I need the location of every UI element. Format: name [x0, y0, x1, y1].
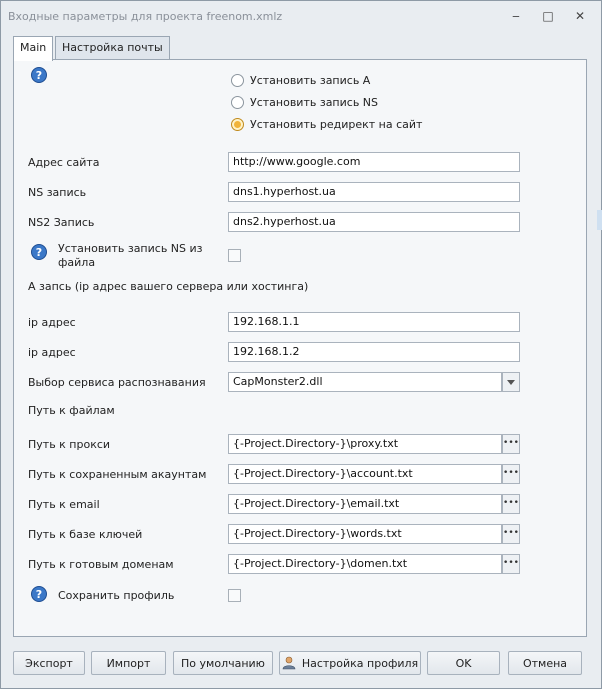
tab-main[interactable]: Main — [13, 36, 54, 61]
radio-button-checked[interactable] — [231, 117, 244, 131]
a-record-heading: A запсь (ip адрес вашего сервера или хос… — [28, 280, 309, 293]
help-icon[interactable]: ? — [31, 586, 47, 602]
main-panel: ? Установить запись A Установить запись … — [13, 59, 587, 637]
radio-set-a-record[interactable]: Установить запись A — [231, 72, 370, 88]
background-window-edge — [597, 210, 602, 230]
import-button[interactable]: Импорт — [91, 651, 166, 675]
ip2-input[interactable]: 192.168.1.2 — [228, 342, 520, 362]
radio-label: Установить редирект на сайт — [250, 117, 423, 131]
radio-button[interactable] — [231, 95, 244, 109]
radio-label: Установить запись A — [250, 73, 371, 87]
ns-from-file-label-line1: Установить запись NS из — [58, 242, 203, 255]
ip2-label: ip адрес — [28, 346, 76, 359]
user-icon — [282, 656, 296, 670]
ns-from-file-checkbox[interactable] — [228, 249, 241, 262]
recognition-service-label: Выбор сервиса распознавания — [28, 376, 206, 389]
help-icon[interactable]: ? — [31, 244, 47, 260]
radio-set-redirect[interactable]: Установить редирект на сайт — [231, 116, 422, 132]
site-address-input[interactable]: http://www.google.com — [228, 152, 520, 172]
profile-settings-button[interactable]: Настройка профиля — [279, 651, 421, 675]
ip1-input[interactable]: 192.168.1.1 — [228, 312, 520, 332]
ns2-record-input[interactable]: dns2.hyperhost.ua — [228, 212, 520, 232]
browse-button[interactable]: ••• — [502, 434, 520, 454]
ip1-label: ip адрес — [28, 316, 76, 329]
help-icon[interactable]: ? — [31, 67, 47, 83]
accounts-path-label: Путь к сохраненным акаунтам — [28, 468, 207, 481]
recognition-service-select[interactable]: CapMonster2.dll — [228, 372, 502, 392]
ns-record-label: NS запись — [28, 186, 87, 199]
browse-button[interactable]: ••• — [502, 464, 520, 484]
tab-mail-settings[interactable]: Настройка почты — [55, 36, 170, 59]
close-button[interactable]: ✕ — [568, 6, 592, 26]
default-button[interactable]: По умолчанию — [173, 651, 273, 675]
email-path-label: Путь к email — [28, 498, 100, 511]
radio-label: Установить запись NS — [250, 95, 379, 109]
window-title: Входные параметры для проекта freenom.xm… — [8, 10, 283, 23]
tab-bar: Main Настройка почты — [13, 36, 593, 61]
minimize-button[interactable]: ‒ — [504, 6, 528, 26]
radio-button[interactable] — [231, 73, 244, 87]
proxy-path-label: Путь к прокси — [28, 438, 111, 451]
ns-record-input[interactable]: dns1.hyperhost.ua — [228, 182, 520, 202]
ns2-record-label: NS2 Запись — [28, 216, 95, 229]
browse-button[interactable]: ••• — [502, 524, 520, 544]
paths-heading: Путь к файлам — [28, 404, 115, 417]
accounts-path-input[interactable]: {-Project.Directory-}\account.txt — [228, 464, 502, 484]
save-profile-checkbox[interactable] — [228, 589, 241, 602]
site-address-label: Адрес сайта — [28, 156, 100, 169]
save-profile-label: Сохранить профиль — [58, 589, 175, 602]
dropdown-arrow-icon[interactable] — [502, 372, 520, 392]
domains-path-label: Путь к готовым доменам — [28, 558, 174, 571]
proxy-path-input[interactable]: {-Project.Directory-}\proxy.txt — [228, 434, 502, 454]
domains-path-input[interactable]: {-Project.Directory-}\domen.txt — [228, 554, 502, 574]
ok-button[interactable]: OK — [427, 651, 500, 675]
keywords-path-input[interactable]: {-Project.Directory-}\words.txt — [228, 524, 502, 544]
browse-button[interactable]: ••• — [502, 554, 520, 574]
export-button[interactable]: Экспорт — [13, 651, 85, 675]
browse-button[interactable]: ••• — [502, 494, 520, 514]
cancel-button[interactable]: Отмена — [508, 651, 582, 675]
radio-set-ns-record[interactable]: Установить запись NS — [231, 94, 378, 110]
dialog-window: Входные параметры для проекта freenom.xm… — [0, 0, 602, 689]
profile-settings-label: Настройка профиля — [301, 656, 419, 670]
ns-from-file-label-line2: файла — [58, 256, 96, 269]
keywords-path-label: Путь к базе ключей — [28, 528, 143, 541]
footer-buttons: Экспорт Импорт По умолчанию Настройка пр… — [13, 651, 587, 675]
email-path-input[interactable]: {-Project.Directory-}\email.txt — [228, 494, 502, 514]
title-bar: Входные параметры для проекта freenom.xm… — [1, 1, 601, 31]
maximize-button[interactable]: □ — [536, 6, 560, 26]
